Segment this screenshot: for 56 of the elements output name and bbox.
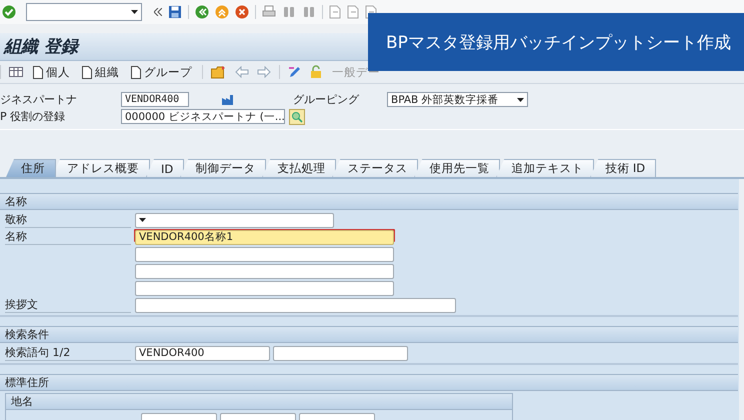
tab[interactable]: 支払処理 — [262, 159, 336, 177]
right-arrow-icon[interactable] — [257, 66, 271, 78]
tab[interactable]: 技術 ID — [590, 159, 656, 177]
video-caption: BPマスタ登録用バッチインプットシート作成 — [386, 32, 731, 54]
tab[interactable]: 使用先一覧 — [414, 159, 500, 177]
group-header: 地名 — [6, 394, 512, 410]
search-help-icon[interactable] — [289, 108, 305, 124]
command-field[interactable] — [26, 3, 142, 21]
toolbar-button[interactable]: 個人 — [31, 64, 72, 80]
print-icon[interactable] — [262, 5, 276, 19]
document-icon — [33, 66, 43, 78]
input-field[interactable] — [273, 346, 408, 360]
input-field[interactable]: VENDOR400名称1 — [135, 230, 394, 244]
tab[interactable]: 住所 — [6, 159, 56, 177]
dropdown-field[interactable] — [135, 212, 334, 228]
dropdown-field[interactable]: BPAB 外部英数字採番 — [387, 92, 528, 107]
check-icon[interactable] — [2, 5, 16, 19]
document-icon — [131, 66, 141, 78]
folder-icon[interactable] — [211, 66, 227, 78]
dropdown-caret-icon — [139, 218, 146, 222]
dropdown-caret-icon — [131, 10, 138, 14]
field-label: 挨拶文 — [5, 297, 131, 313]
field-label: 名称 — [5, 229, 131, 245]
back-icon[interactable] — [195, 5, 209, 19]
tab[interactable]: ステータス — [332, 159, 418, 177]
left-arrow-icon[interactable] — [235, 66, 249, 78]
lock-icon[interactable] — [310, 65, 322, 79]
input-field[interactable] — [135, 264, 394, 278]
field-label: ジネスパートナ — [0, 92, 78, 107]
toolbar-button[interactable]: 組織 — [80, 64, 121, 80]
section-header: 検索条件 — [0, 326, 738, 343]
section-header: 名称 — [0, 193, 738, 210]
input-field[interactable]: VENDOR400 — [135, 346, 270, 360]
screen-title: 組織 登録 — [4, 36, 78, 58]
tab[interactable]: ID — [146, 159, 184, 177]
input-field[interactable] — [135, 298, 456, 312]
input-field[interactable] — [135, 246, 394, 262]
dropdown-caret-icon — [517, 98, 524, 102]
field-label: グルーピング — [293, 92, 360, 107]
document-icon — [82, 66, 92, 78]
exit-icon[interactable] — [215, 5, 229, 19]
toolbar-button[interactable]: グループ — [129, 64, 194, 80]
tab[interactable]: 制御データ — [180, 159, 266, 177]
field-label: P 役割の登録 — [0, 109, 66, 124]
pencil-icon[interactable] — [288, 65, 302, 79]
save-icon[interactable] — [168, 5, 182, 19]
cancel-icon[interactable] — [235, 5, 249, 19]
table-icon[interactable] — [9, 66, 23, 78]
section-header: 標準住所 — [0, 374, 738, 391]
input-field[interactable] — [135, 280, 394, 296]
collapse-icon[interactable] — [154, 8, 162, 16]
dropdown-field[interactable]: 000000 ビジネスパートナ (一... — [121, 109, 285, 124]
input-field[interactable]: VENDOR400 — [121, 92, 189, 107]
tab[interactable]: 追加テキスト — [496, 159, 594, 177]
field-label: 敬称 — [5, 212, 131, 228]
field-label: 検索語句 1/2 — [5, 345, 131, 361]
